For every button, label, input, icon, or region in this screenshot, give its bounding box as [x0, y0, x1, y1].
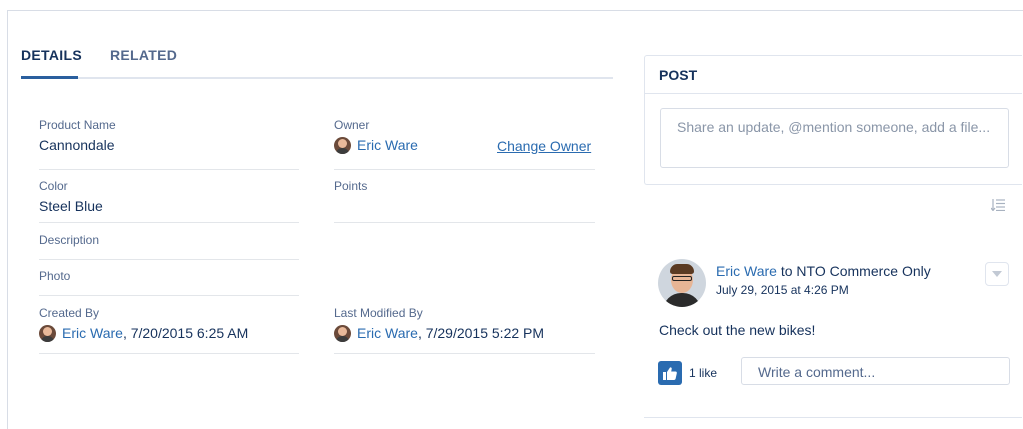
field-label: Description	[39, 233, 100, 247]
field-label: Created By	[39, 306, 100, 320]
field-label: Color	[39, 179, 68, 193]
field-label: Owner	[334, 118, 370, 132]
feed-timestamp[interactable]: July 29, 2015 at 4:26 PM	[716, 283, 849, 297]
modified-timestamp: , 7/29/2015 5:22 PM	[417, 325, 545, 341]
feed-author-link[interactable]: Eric Ware	[716, 263, 777, 279]
record-tabs: DETAILS RELATED	[21, 47, 205, 77]
post-tab[interactable]: POST	[659, 67, 697, 83]
field-photo: Photo	[39, 269, 299, 296]
divider	[645, 93, 1022, 94]
tab-divider	[21, 77, 613, 79]
avatar	[334, 324, 351, 342]
field-value: Eric Ware , 7/29/2015 5:22 PM	[334, 324, 595, 342]
author-avatar[interactable]	[658, 259, 706, 307]
comment-input[interactable]: Write a comment...	[741, 357, 1010, 385]
created-timestamp: , 7/20/2015 6:25 AM	[122, 325, 249, 341]
post-publisher: POST Share an update, @mention someone, …	[644, 55, 1022, 185]
field-created-by: Created By Eric Ware , 7/20/2015 6:25 AM	[39, 306, 299, 354]
field-value: Steel Blue	[39, 198, 103, 214]
feed-body: Check out the new bikes!	[659, 322, 816, 338]
field-label: Last Modified By	[334, 306, 423, 320]
feed-item-header: Eric Ware to NTO Commerce Only	[716, 263, 931, 279]
created-by-user-link[interactable]: Eric Ware	[62, 324, 123, 342]
field-points: Points	[334, 179, 595, 223]
divider	[644, 417, 1022, 418]
feed-target[interactable]: NTO Commerce Only	[796, 263, 930, 279]
like-count: 1 like	[689, 366, 718, 380]
avatar	[39, 324, 56, 342]
field-value: Eric Ware , 7/20/2015 6:25 AM	[39, 324, 299, 342]
tab-details[interactable]: DETAILS	[21, 47, 82, 77]
field-description: Description	[39, 233, 299, 260]
field-last-modified-by: Last Modified By Eric Ware , 7/29/2015 5…	[334, 306, 595, 354]
owner-user-link[interactable]: Eric Ware	[357, 136, 418, 154]
field-value: Cannondale	[39, 137, 115, 153]
field-product-name: Product Name Cannondale	[39, 118, 299, 170]
tab-related[interactable]: RELATED	[110, 47, 177, 77]
like-icon	[663, 366, 677, 380]
field-label: Points	[334, 179, 368, 193]
dropdown-icon[interactable]	[985, 262, 1009, 286]
like-button[interactable]	[658, 361, 682, 385]
field-label: Photo	[39, 269, 71, 283]
tab-active-indicator	[21, 76, 78, 79]
avatar	[334, 136, 351, 154]
field-label: Product Name	[39, 118, 116, 132]
share-update-input[interactable]: Share an update, @mention someone, add a…	[660, 108, 1009, 168]
modified-by-user-link[interactable]: Eric Ware	[357, 324, 418, 342]
sort-icon[interactable]	[991, 199, 1005, 211]
field-color: Color Steel Blue	[39, 179, 299, 223]
change-owner-button[interactable]: Change Owner	[497, 138, 591, 154]
